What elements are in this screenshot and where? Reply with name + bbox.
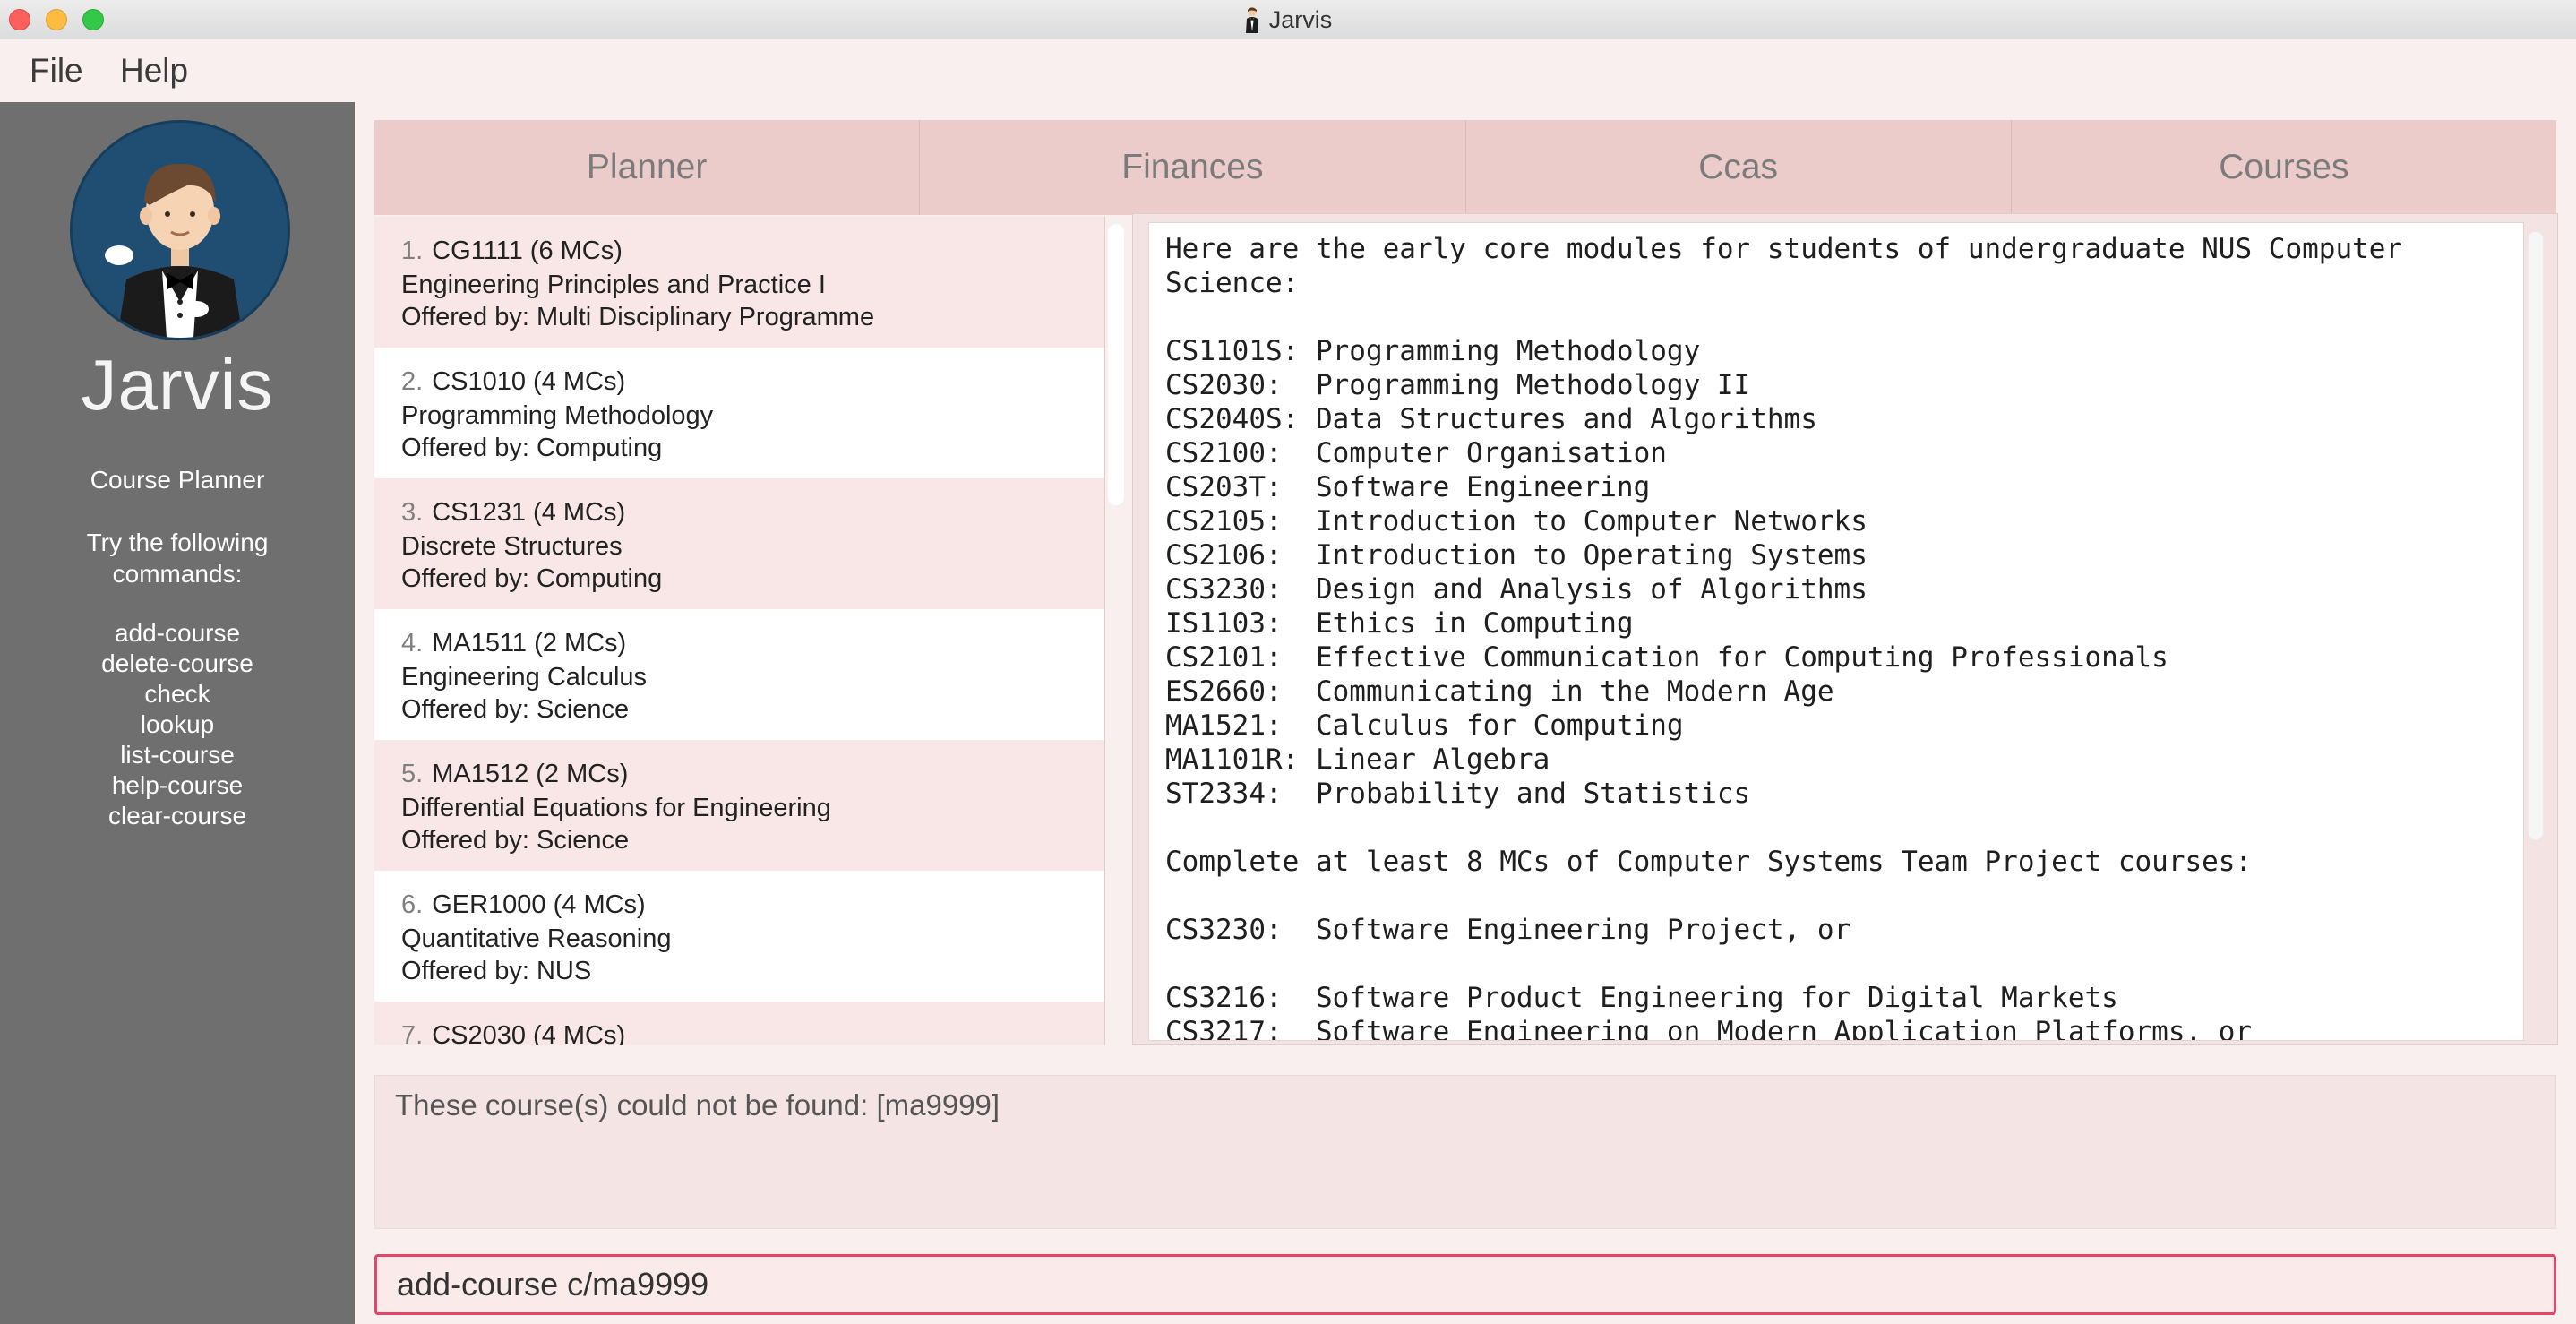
tab-planner[interactable]: Planner [374, 120, 921, 215]
list-item[interactable]: 7. CS2030 (4 MCs) [374, 1002, 1104, 1045]
list-item[interactable]: 3. CS1231 (4 MCs) Discrete Structures Off… [374, 478, 1104, 609]
command-item: clear-course [107, 802, 247, 830]
command-item: list-course [120, 741, 235, 769]
details-scrollbar[interactable] [2528, 231, 2544, 840]
course-offered-by: Offered by: Multi Disciplinary Programme [401, 303, 875, 331]
course-details-text: Here are the early core modules for stud… [1165, 233, 2403, 1041]
course-code: GER1000 (4 MCs) [432, 890, 646, 919]
course-title: Differential Equations for Engineering [401, 794, 831, 822]
title-bar: Jarvis [0, 0, 2576, 39]
course-details-panel[interactable]: Here are the early core modules for stud… [1148, 222, 2524, 1041]
course-index: 7. [401, 1021, 424, 1045]
course-index: 5. [401, 760, 424, 788]
command-item: check [144, 680, 210, 708]
course-index: 1. [401, 236, 424, 265]
course-code: MA1511 (2 MCs) [432, 629, 627, 658]
course-list[interactable]: 1. CG1111 (6 MCs) Engineering Principles … [374, 217, 1105, 1045]
course-index: 3. [401, 498, 424, 527]
command-item: help-course [111, 771, 244, 799]
list-item[interactable]: 5. MA1512 (2 MCs) Differential Equations … [374, 740, 1104, 871]
list-item[interactable]: 6. GER1000 (4 MCs) Quantitative Reasoning… [374, 871, 1104, 1002]
course-offered-by: Offered by: Science [401, 695, 630, 724]
course-code: MA1512 (2 MCs) [432, 760, 629, 788]
course-offered-by: Offered by: Science [401, 826, 630, 855]
course-code: CS1010 (4 MCs) [432, 367, 626, 396]
course-title: Quantitative Reasoning [401, 924, 672, 953]
menu-file[interactable]: File [30, 52, 83, 90]
course-offered-by: Offered by: Computing [401, 434, 663, 462]
command-list: add-course delete-course check lookup li… [0, 618, 355, 831]
menu-help[interactable]: Help [120, 52, 188, 90]
course-code: CG1111 (6 MCs) [432, 236, 623, 265]
tab-bar: Planner Finances Ccas Courses [374, 120, 2557, 222]
window-title-area: Jarvis [0, 0, 2576, 39]
sidebar-heading: Course Planner [90, 466, 265, 494]
result-display: These course(s) could not be found: [ma9… [374, 1075, 2556, 1229]
butler-avatar-icon [70, 120, 290, 340]
course-offered-by: Offered by: Computing [401, 564, 663, 593]
tab-courses[interactable]: Courses [2011, 120, 2557, 222]
course-title: Discrete Structures [401, 532, 623, 561]
sidebar-instructions: Try the following commands: [86, 529, 269, 588]
sidebar: Jarvis Course Planner Try the following … [0, 102, 355, 1324]
course-code: CS1231 (4 MCs) [432, 498, 626, 527]
command-item: lookup [140, 710, 215, 738]
command-item: delete-course [101, 649, 253, 677]
butler-icon [1245, 7, 1258, 33]
list-item[interactable]: 2. CS1010 (4 MCs) Programming Methodology… [374, 348, 1104, 478]
command-item: add-course [114, 619, 241, 647]
course-code: CS2030 (4 MCs) [432, 1021, 626, 1045]
course-title: Engineering Principles and Practice I [401, 271, 826, 299]
course-title: Engineering Calculus [401, 663, 648, 692]
menu-bar: File Help [0, 39, 2576, 102]
list-item[interactable]: 1. CG1111 (6 MCs) Engineering Principles … [374, 217, 1104, 348]
window-title: Jarvis [1268, 5, 1333, 33]
command-input[interactable] [374, 1254, 2556, 1315]
app-name: Jarvis [81, 345, 274, 425]
course-index: 6. [401, 890, 424, 919]
course-title: Programming Methodology [401, 401, 714, 430]
course-index: 2. [401, 367, 424, 396]
course-index: 4. [401, 629, 424, 658]
course-offered-by: Offered by: NUS [401, 957, 592, 985]
course-list-scrollbar[interactable] [1108, 224, 1124, 505]
tab-ccas[interactable]: Ccas [1466, 120, 2012, 215]
tab-finances[interactable]: Finances [920, 120, 1466, 215]
list-item[interactable]: 4. MA1511 (2 MCs) Engineering Calculus Of… [374, 609, 1104, 740]
